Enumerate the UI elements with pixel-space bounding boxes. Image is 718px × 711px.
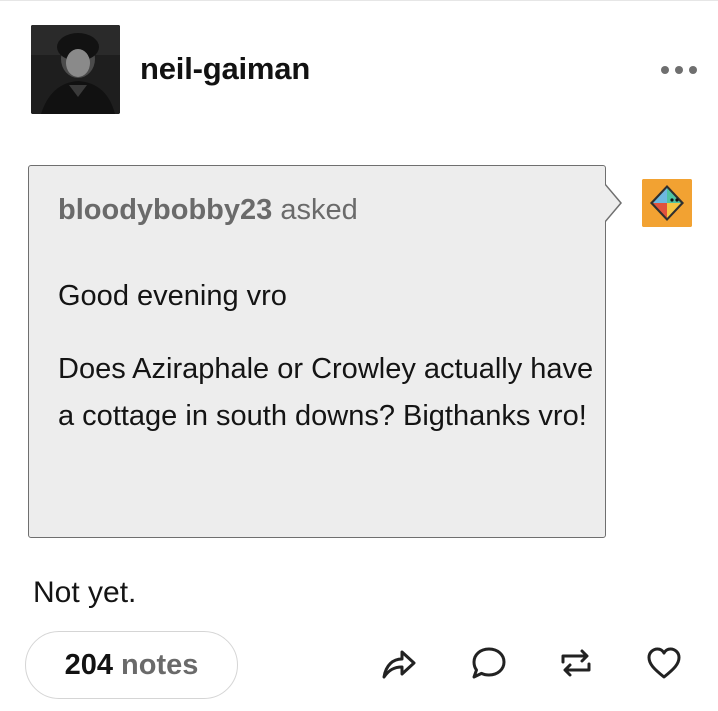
more-dot <box>675 66 683 74</box>
asker-avatar-icon[interactable] <box>642 179 692 227</box>
reblog-icon[interactable] <box>557 644 595 682</box>
reply-icon[interactable] <box>470 644 508 682</box>
bubble-arrow-fill <box>604 184 620 222</box>
notes-button[interactable]: 204 notes <box>25 631 238 699</box>
ask-bubble: bloodybobby23 asked Good evening vro Doe… <box>28 165 606 538</box>
share-icon[interactable] <box>380 644 418 682</box>
more-dots-icon <box>661 66 669 74</box>
asker-avatar-art <box>642 179 692 227</box>
answer-text: Not yet. <box>33 576 137 609</box>
asked-label: asked <box>280 194 358 226</box>
notes-label: notes <box>121 648 199 681</box>
question-line: Good evening vro <box>58 280 287 312</box>
avatar-photo <box>31 25 120 114</box>
blog-name[interactable]: neil-gaiman <box>140 51 310 87</box>
more-options-button[interactable] <box>661 59 697 81</box>
like-icon[interactable] <box>645 644 683 682</box>
asker-line: bloodybobby23 asked <box>58 194 358 227</box>
more-dot <box>689 66 697 74</box>
blog-avatar[interactable] <box>31 25 120 114</box>
notes-count: 204 <box>64 648 114 681</box>
top-divider <box>0 0 718 1</box>
asker-name[interactable]: bloodybobby23 <box>58 194 272 226</box>
question-line: Does Aziraphale or Crowley actually have… <box>58 353 594 432</box>
